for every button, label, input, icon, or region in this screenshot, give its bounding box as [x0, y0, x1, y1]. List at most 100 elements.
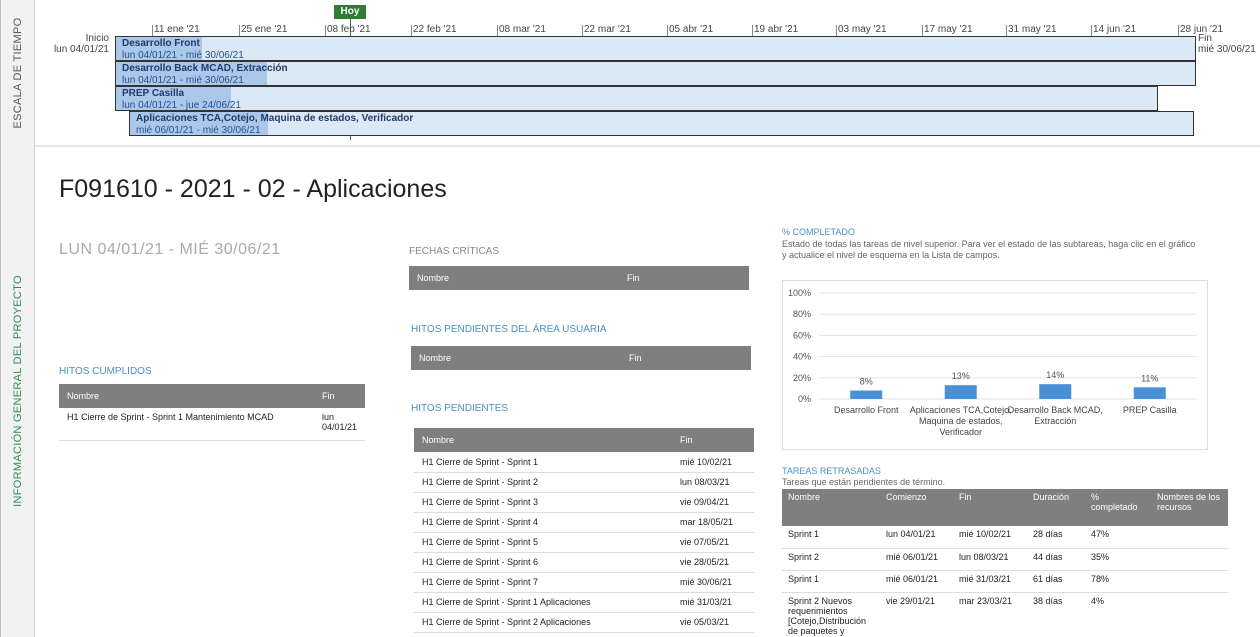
- cell-name: H1 Cierre de Sprint - Sprint 1 Aplicacio…: [414, 592, 672, 613]
- hitos-cumplidos-heading: HITOS CUMPLIDOS: [59, 366, 152, 377]
- table-header: Nombre Fin: [411, 346, 751, 370]
- cell-name: Sprint 2 Nuevos requerimientos [Cotejo,D…: [782, 592, 880, 637]
- chart-ytick-label: 60%: [793, 330, 811, 340]
- tareas-retrasadas-body: Nombre Comienzo Fin Duración % completad…: [782, 489, 1228, 637]
- cell-start: mié 06/01/21: [880, 548, 953, 571]
- cell-end: vie 09/04/21: [672, 492, 754, 513]
- table-row[interactable]: H1 Cierre de Sprint - Sprint 1 Mantenimi…: [59, 408, 365, 441]
- hitos-usuaria-table: Nombre Fin: [411, 346, 751, 370]
- column-header-end: Fin: [627, 273, 640, 283]
- timeline-bar-name: Aplicaciones TCA,Cotejo, Maquina de esta…: [136, 113, 414, 124]
- timeline[interactable]: Hoy 11 ene '21 25 ene '21 08 feb '21 22 …: [35, 0, 1260, 145]
- timeline-end-label: Fin: [1198, 33, 1212, 44]
- cell-end: mar 18/05/21: [672, 512, 754, 533]
- timeline-tick: 31 may '21: [1006, 24, 1057, 36]
- cell-name: H1 Cierre de Sprint - Sprint 5: [414, 532, 672, 553]
- timeline-tick: 25 ene '21: [238, 24, 288, 36]
- tareas-retrasadas-description: Tareas que están pendientes de término.: [782, 477, 946, 487]
- cell-end: lun 08/03/21: [672, 472, 754, 493]
- table-row[interactable]: H1 Cierre de Sprint - Sprint 2 lun 08/03/…: [414, 472, 754, 493]
- table-row[interactable]: H1 Cierre de Sprint - Sprint 7 mié 30/06/…: [414, 572, 754, 593]
- cell-end: vie 28/05/21: [672, 552, 754, 573]
- cell-pct: 35%: [1085, 548, 1151, 571]
- cell-end: mié 10/02/21: [672, 452, 754, 473]
- chart-bar: [1133, 387, 1166, 399]
- tareas-retrasadas-heading: TAREAS RETRASADAS: [782, 466, 881, 476]
- timeline-start-label: Inicio: [85, 33, 109, 44]
- cell-pct: 47%: [1085, 526, 1151, 549]
- project-overview-report: ESCALA DE TIEMPO INFORMACIÓN GENERAL DEL…: [0, 0, 1260, 637]
- timeline-side-label-text: ESCALA DE TIEMPO: [11, 17, 24, 128]
- chart-bar: [1039, 384, 1072, 399]
- timeline-bar[interactable]: Desarrollo Back MCAD, Extracción lun 04/…: [115, 61, 1196, 86]
- percent-complete-heading: % COMPLETADO: [782, 227, 855, 237]
- cell-name: H1 Cierre de Sprint - Sprint 3: [414, 492, 672, 513]
- hitos-pendientes-table: Nombre Fin H1 Cierre de Sprint - Sprint …: [414, 428, 754, 637]
- cell-end: mar 23/03/21: [953, 592, 1027, 637]
- cell-end: mié 31/03/21: [672, 592, 754, 613]
- table-row[interactable]: Sprint 1 lun 04/01/21 mié 10/02/21 28 días 4…: [782, 526, 1228, 549]
- cell-duration: 38 días: [1027, 592, 1085, 637]
- info-side-label: INFORMACIÓN GENERAL DEL PROYECTO: [1, 145, 35, 637]
- table-row[interactable]: H1 Cierre de Sprint - Sprint 1 Aplicacio…: [414, 592, 754, 613]
- timeline-start-date: lun 04/01/21: [53, 44, 109, 55]
- table-row[interactable]: H1 Cierre de Sprint - Sprint 5 vie 07/05/…: [414, 532, 754, 553]
- chart-category-label: Aplicaciones TCA,Cotejo,: [910, 405, 1012, 415]
- table-row[interactable]: Sprint 2 mié 06/01/21 lun 08/03/21 44 días 3…: [782, 548, 1228, 571]
- timeline-bar-dates: lun 04/01/21 - mié 30/06/21: [122, 75, 244, 86]
- cell-name: H1 Cierre de Sprint - Sprint 2 Aplicacio…: [414, 612, 672, 633]
- chart-ytick-label: 0%: [798, 394, 811, 404]
- column-header-end: Fin: [680, 435, 693, 445]
- cell-end: vie 07/05/21: [672, 532, 754, 553]
- timeline-tick: 11 ene '21: [152, 24, 200, 36]
- table-row[interactable]: H1 Cierre de Sprint - Sprint 3 vie 09/04/…: [414, 492, 754, 513]
- timeline-bar[interactable]: PREP Casilla lun 04/01/21 - jue 24/06/21: [115, 86, 1158, 111]
- table-header: Nombre Comienzo Fin Duración % completad…: [782, 489, 1228, 526]
- cell-start: mié 06/01/21: [880, 570, 953, 593]
- hitos-pendientes-body: Nombre Fin H1 Cierre de Sprint - Sprint …: [414, 428, 754, 637]
- chart-data-label: 14%: [1046, 370, 1064, 380]
- today-marker: Hoy: [334, 5, 366, 19]
- chart-bar: [850, 390, 883, 399]
- table-row[interactable]: Sprint 1 mié 06/01/21 mié 31/03/21 61 días 7…: [782, 570, 1228, 593]
- chart-category-label: Desarrollo Back MCAD,: [1008, 405, 1103, 415]
- timeline-tick: 19 abr '21: [751, 24, 799, 36]
- chart-category-label: Desarrollo Front: [834, 405, 899, 415]
- timeline-bar-name: PREP Casilla: [122, 88, 185, 99]
- project-title: F091610 - 2021 - 02 - Aplicaciones: [59, 175, 447, 203]
- chart-category-label: Verificador: [939, 427, 982, 437]
- chart-category-label: Maquina de estados,: [919, 416, 1003, 426]
- timeline-bar-dates: mié 06/01/21 - mié 30/06/21: [136, 125, 261, 136]
- cell-end: mié 30/06/21: [672, 572, 754, 593]
- timeline-bar-name: Desarrollo Front: [122, 38, 200, 49]
- chart-ytick-label: 40%: [793, 352, 811, 362]
- section-divider: [35, 145, 1260, 147]
- column-header-name: Nombre: [419, 353, 452, 363]
- cell-pct: 78%: [1085, 570, 1151, 593]
- cell-name: Sprint 1: [782, 570, 880, 593]
- table-row[interactable]: H1 Cierre de Sprint - Sprint 6 vie 28/05/…: [414, 552, 754, 573]
- column-header-end: Fin: [629, 353, 642, 363]
- timeline-side-label: ESCALA DE TIEMPO: [1, 0, 35, 145]
- timeline-tick: 14 jun '21: [1090, 24, 1137, 36]
- timeline-tick: 08 feb '21: [325, 24, 371, 36]
- fechas-criticas-table: Nombre Fin: [409, 266, 749, 290]
- table-row[interactable]: Sprint 2 Nuevos requerimientos [Cotejo,D…: [782, 592, 1228, 637]
- timeline-bar[interactable]: Aplicaciones TCA,Cotejo, Maquina de esta…: [129, 111, 1194, 136]
- cell-end: mié 10/02/21: [953, 526, 1027, 549]
- column-header-comienzo: Comienzo: [886, 492, 927, 502]
- table-row[interactable]: H1 Cierre de Sprint - Sprint 1 mié 10/02/…: [414, 452, 754, 473]
- chart-ytick-label: 80%: [793, 309, 811, 319]
- cell-name: H1 Cierre de Sprint - Sprint 7: [414, 572, 672, 593]
- table-row[interactable]: H1 Cierre de Sprint - Sprint 4 mar 18/05/…: [414, 512, 754, 533]
- percent-complete-chart-svg: 0% 20% 40% 60% 80% 100% 8% Desarrollo Front 13% A…: [788, 288, 1197, 437]
- table-row[interactable]: H1 Cierre de Sprint - Sprint 2 Aplicacio…: [414, 612, 754, 633]
- cell-end: lun 04/01/21: [313, 408, 365, 441]
- cell-duration: 44 días: [1027, 548, 1085, 571]
- percent-complete-chart[interactable]: 0% 20% 40% 60% 80% 100% 8% Desarrollo Front 13% A…: [782, 280, 1208, 450]
- timeline-tick: 08 mar '21: [497, 24, 546, 36]
- timeline-tick: 05 abr '21: [666, 24, 714, 36]
- timeline-bar[interactable]: Desarrollo Front lun 04/01/21 - mié 30/0…: [115, 36, 1196, 61]
- timeline-bar-name: Desarrollo Back MCAD, Extracción: [122, 63, 288, 74]
- table-row[interactable]: H1 Cierre de Sprint - Sprint 3 Aplicacio…: [414, 632, 754, 637]
